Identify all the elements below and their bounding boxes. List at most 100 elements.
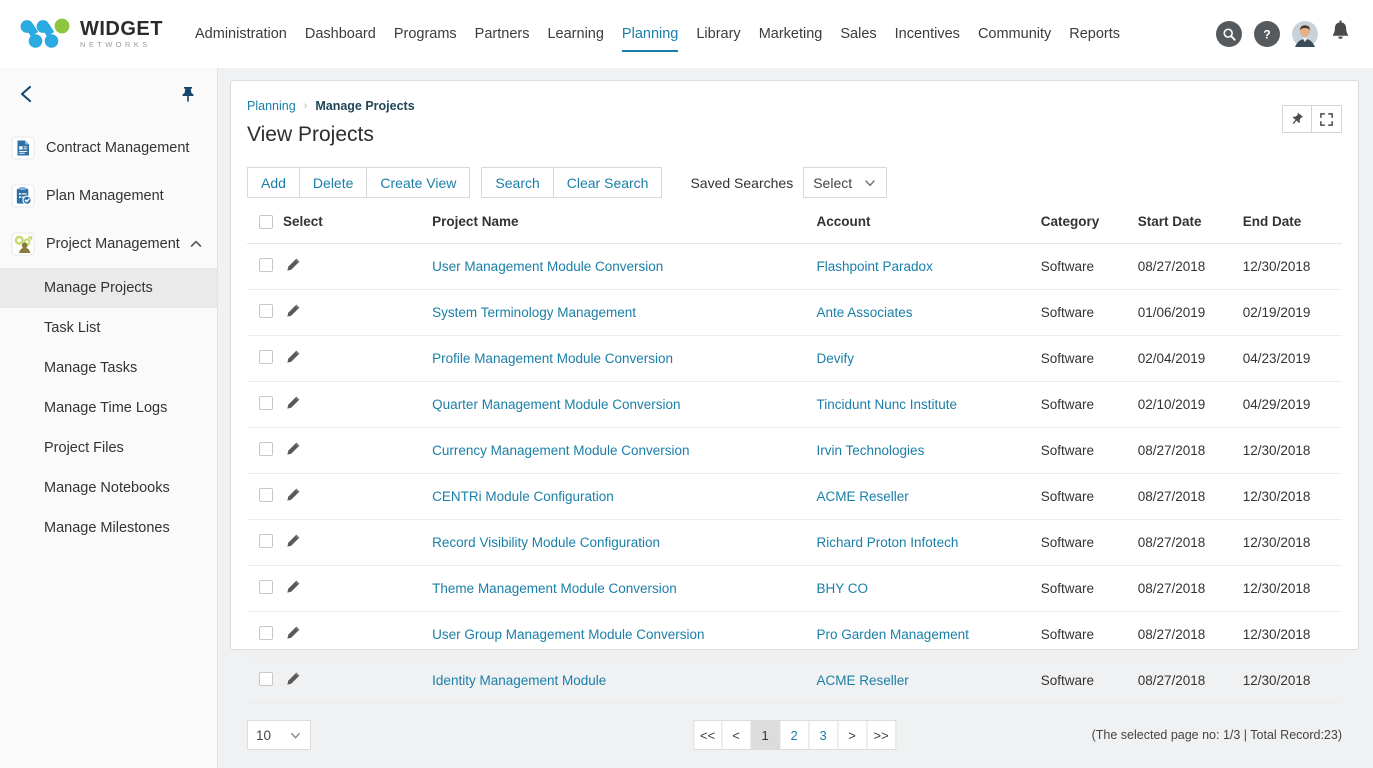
nav-item-reports[interactable]: Reports <box>1060 0 1129 68</box>
account-link[interactable]: Tincidunt Nunc Institute <box>817 397 958 412</box>
pagination-button-next[interactable]: > <box>838 720 867 750</box>
account-link[interactable]: Ante Associates <box>817 305 913 320</box>
nav-item-sales[interactable]: Sales <box>831 0 885 68</box>
pagination-button-3[interactable]: 3 <box>809 720 838 750</box>
sidebar-item-plan-management[interactable]: Plan Management <box>0 172 217 220</box>
account-link[interactable]: Flashpoint Paradox <box>817 259 933 274</box>
column-header-account[interactable]: Account <box>817 214 1041 244</box>
select-all-checkbox[interactable] <box>259 215 273 229</box>
sidebar-subitem-manage-time-logs[interactable]: Manage Time Logs <box>0 388 217 428</box>
search-button[interactable]: Search <box>481 167 553 198</box>
row-checkbox[interactable] <box>259 304 273 318</box>
row-checkbox[interactable] <box>259 580 273 594</box>
nav-item-administration[interactable]: Administration <box>186 0 296 68</box>
row-checkbox[interactable] <box>259 258 273 272</box>
pagination-button-2[interactable]: 2 <box>780 720 809 750</box>
column-header-project-name[interactable]: Project Name <box>432 214 816 244</box>
nav-item-learning[interactable]: Learning <box>538 0 612 68</box>
delete-button[interactable]: Delete <box>300 167 367 198</box>
project-name-link[interactable]: Profile Management Module Conversion <box>432 351 673 366</box>
nav-item-planning[interactable]: Planning <box>613 0 687 68</box>
chevron-left-icon[interactable] <box>12 79 42 114</box>
account-link[interactable]: ACME Reseller <box>817 489 909 504</box>
project-name-link[interactable]: User Management Module Conversion <box>432 259 663 274</box>
nav-item-marketing[interactable]: Marketing <box>750 0 832 68</box>
nav-item-programs[interactable]: Programs <box>385 0 466 68</box>
create-view-button[interactable]: Create View <box>367 167 470 198</box>
cell-category: Software <box>1041 382 1138 428</box>
sidebar-subitem-manage-notebooks[interactable]: Manage Notebooks <box>0 468 217 508</box>
pagination-button-prevprev[interactable]: << <box>693 720 722 750</box>
account-link[interactable]: BHY CO <box>817 581 869 596</box>
pin-icon[interactable] <box>1282 105 1312 133</box>
edit-pencil-icon[interactable] <box>285 675 301 690</box>
sidebar-item-project-management[interactable]: Project Management <box>0 220 217 268</box>
sidebar-subitem-manage-tasks[interactable]: Manage Tasks <box>0 348 217 388</box>
project-name-link[interactable]: User Group Management Module Conversion <box>432 627 704 642</box>
row-checkbox[interactable] <box>259 442 273 456</box>
edit-pencil-icon[interactable] <box>285 445 301 460</box>
row-checkbox[interactable] <box>259 488 273 502</box>
account-link[interactable]: Pro Garden Management <box>817 627 969 642</box>
row-checkbox[interactable] <box>259 672 273 686</box>
brand-logo[interactable]: WIDGET NETWORKS <box>0 17 170 51</box>
sidebar-subitem-project-files[interactable]: Project Files <box>0 428 217 468</box>
edit-pencil-icon[interactable] <box>285 307 301 322</box>
widget-networks-logo-icon <box>18 17 74 51</box>
project-gear-user-icon <box>10 231 36 257</box>
nav-item-dashboard[interactable]: Dashboard <box>296 0 385 68</box>
table-header-row: Select Project Name Account Category Sta… <box>247 214 1342 244</box>
nav-item-incentives[interactable]: Incentives <box>886 0 969 68</box>
saved-searches-select[interactable]: Select <box>803 167 887 198</box>
edit-pencil-icon[interactable] <box>285 629 301 644</box>
breadcrumb-parent[interactable]: Planning <box>247 99 296 113</box>
nav-item-community[interactable]: Community <box>969 0 1060 68</box>
edit-pencil-icon[interactable] <box>285 537 301 552</box>
notification-bell-icon[interactable] <box>1330 20 1351 49</box>
account-link[interactable]: ACME Reseller <box>817 673 909 688</box>
user-avatar[interactable] <box>1292 21 1318 47</box>
edit-pencil-icon[interactable] <box>285 491 301 506</box>
project-name-link[interactable]: Theme Management Module Conversion <box>432 581 677 596</box>
row-checkbox[interactable] <box>259 350 273 364</box>
search-icon[interactable] <box>1216 21 1242 47</box>
row-select-cell <box>247 428 285 474</box>
project-name-link[interactable]: Quarter Management Module Conversion <box>432 397 680 412</box>
pagination-button-prev[interactable]: < <box>722 720 751 750</box>
edit-pencil-icon[interactable] <box>285 353 301 368</box>
cell-category: Software <box>1041 244 1138 290</box>
row-checkbox[interactable] <box>259 626 273 640</box>
pagination-button-nextnext[interactable]: >> <box>867 720 896 750</box>
column-header-category[interactable]: Category <box>1041 214 1138 244</box>
project-name-link[interactable]: Currency Management Module Conversion <box>432 443 689 458</box>
column-header-start-date[interactable]: Start Date <box>1138 214 1243 244</box>
account-link[interactable]: Irvin Technologies <box>817 443 925 458</box>
chevron-up-icon[interactable] <box>189 237 203 251</box>
account-link[interactable]: Devify <box>817 351 855 366</box>
project-name-link[interactable]: System Terminology Management <box>432 305 636 320</box>
row-checkbox[interactable] <box>259 396 273 410</box>
nav-item-partners[interactable]: Partners <box>466 0 539 68</box>
edit-pencil-icon[interactable] <box>285 583 301 598</box>
nav-item-library[interactable]: Library <box>687 0 749 68</box>
project-name-link[interactable]: Record Visibility Module Configuration <box>432 535 660 550</box>
clear-search-button[interactable]: Clear Search <box>554 167 663 198</box>
sidebar-subitem-task-list[interactable]: Task List <box>0 308 217 348</box>
pin-icon[interactable] <box>175 81 201 112</box>
add-button[interactable]: Add <box>247 167 300 198</box>
row-checkbox[interactable] <box>259 534 273 548</box>
edit-pencil-icon[interactable] <box>285 399 301 414</box>
edit-pencil-icon[interactable] <box>285 261 301 276</box>
project-name-link[interactable]: Identity Management Module <box>432 673 606 688</box>
account-link[interactable]: Richard Proton Infotech <box>817 535 959 550</box>
sidebar-subitem-manage-milestones[interactable]: Manage Milestones <box>0 508 217 548</box>
fullscreen-icon[interactable] <box>1312 105 1342 133</box>
pagination-button-1[interactable]: 1 <box>751 720 780 750</box>
sidebar-item-contract-management[interactable]: Contract Management <box>0 124 217 172</box>
help-icon[interactable]: ? <box>1254 21 1280 47</box>
brand-subtitle: NETWORKS <box>80 41 163 49</box>
rows-per-page-select[interactable]: 10 <box>247 720 311 750</box>
sidebar-subitem-manage-projects[interactable]: Manage Projects <box>0 268 217 308</box>
project-name-link[interactable]: CENTRi Module Configuration <box>432 489 614 504</box>
column-header-end-date[interactable]: End Date <box>1243 214 1342 244</box>
